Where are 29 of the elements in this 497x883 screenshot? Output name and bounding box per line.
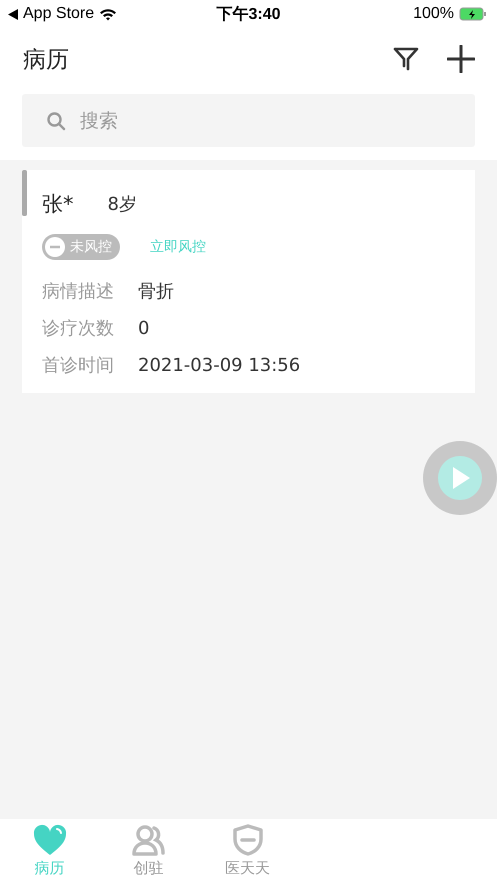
wifi-icon [99,8,118,20]
scroll-indicator [22,170,27,216]
risk-status-badge: 未风控 [42,234,120,260]
field-label: 首诊时间 [42,354,114,377]
battery-icon [459,7,487,21]
back-label[interactable]: App Store [23,5,94,23]
clock: 下午3:40 [216,4,281,24]
tab-item[interactable]: 医天天 [198,819,297,883]
risk-control-link[interactable]: 立即风控 [150,238,206,256]
record-card[interactable]: 张* 8岁 未风控 立即风控 病情描述 骨折 诊疗次数 0 首诊时间 2021-03-09 13:56 [22,170,475,393]
field-value: 骨折 [138,280,174,303]
field-value: 2021-03-09 13:56 [138,354,300,376]
back-icon[interactable] [8,8,18,20]
add-icon[interactable] [447,45,475,73]
tab-item[interactable]: 病历 [0,819,99,883]
patient-name: 张* [42,191,74,218]
tab-item[interactable]: 创驻 [99,819,198,883]
battery-percent: 100% [413,5,454,23]
people-icon [132,824,166,856]
page-title: 病历 [23,46,69,74]
filter-icon[interactable] [393,46,419,72]
heart-icon [32,824,66,856]
shield-icon [230,824,264,856]
search-icon [46,111,66,131]
field-label: 诊疗次数 [42,317,114,340]
field-value: 0 [138,318,150,338]
field-label: 病情描述 [42,280,114,303]
patient-age: 8岁 [108,193,137,216]
search-field[interactable]: 搜索 [22,94,475,147]
